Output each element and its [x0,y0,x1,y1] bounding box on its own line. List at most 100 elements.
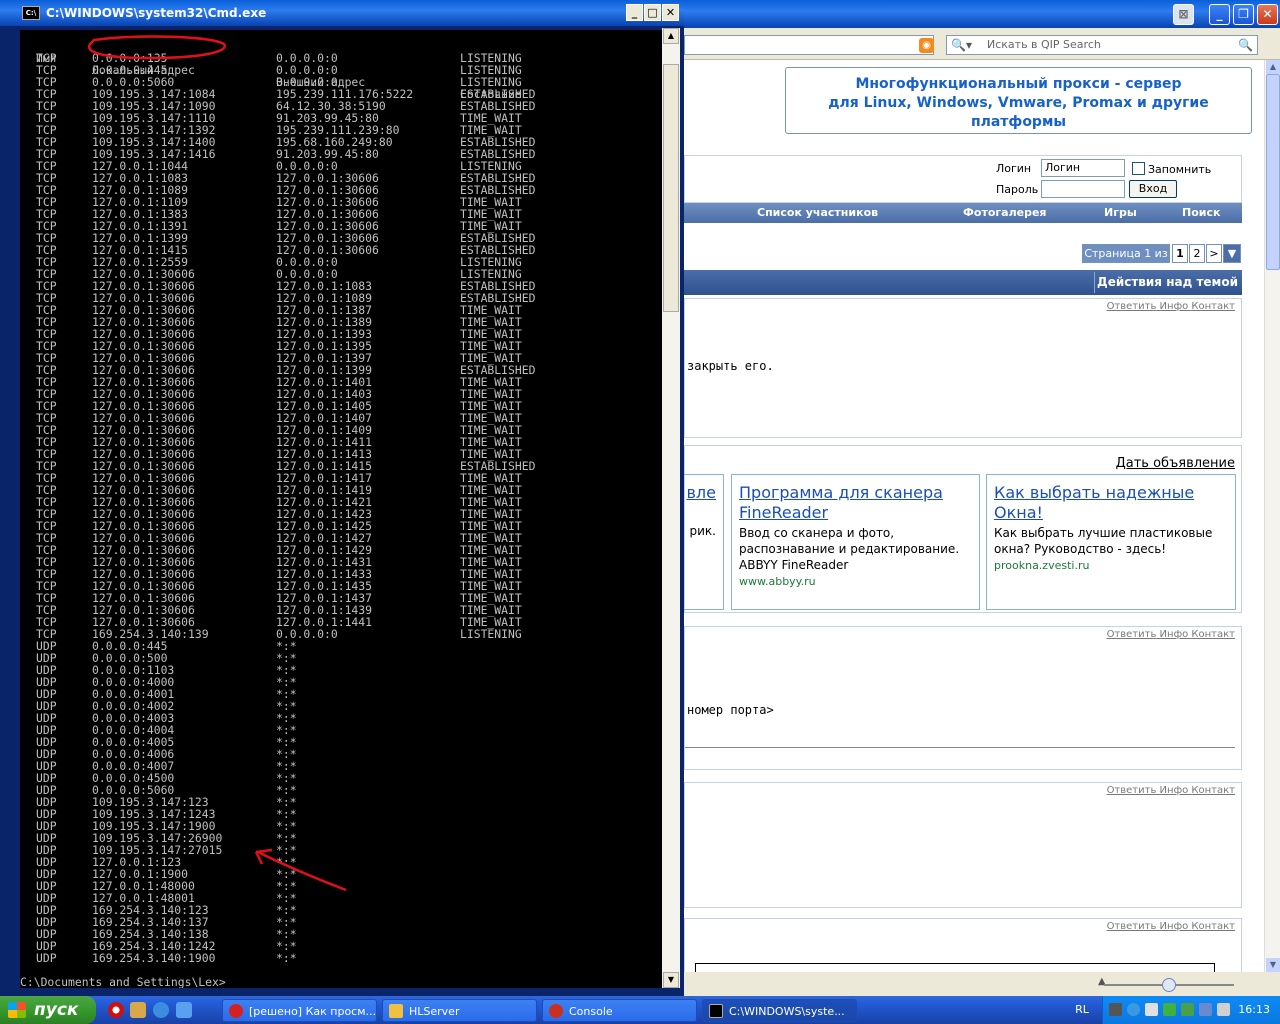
ad-partial-title: вле [686,483,717,502]
ad-finereader[interactable]: Программа для сканера FineReader Ввод со… [731,474,980,610]
task-hlserver[interactable]: HLServer [382,999,537,1022]
pager-label: Страница 1 из 2 [1082,244,1170,277]
post-actions: Ответить Инфо Контакт [1107,301,1235,312]
task-console[interactable]: Console [542,999,697,1022]
minimize-button[interactable]: _ [1209,4,1230,25]
reply-textbox[interactable] [695,963,1215,972]
reply-link[interactable]: Ответить [1107,921,1157,932]
forum-navbar: Список участников Фотогалерея Игры Поиск [684,203,1242,223]
search-go-icon[interactable]: 🔍 [1238,36,1253,54]
post-text: закрыть его. [687,359,774,373]
reply-link[interactable]: Ответить [1107,785,1157,796]
ad-url[interactable]: prookna.zvesti.ru [994,559,1228,572]
zoom-slider-thumb[interactable] [1162,978,1176,992]
close-button[interactable]: ✕ [1257,4,1278,25]
tray-misc-icon[interactable] [1217,1003,1230,1016]
scroll-down-icon[interactable]: ▼ [1266,958,1280,972]
search-input[interactable]: 🔍▾ Искать в QIP Search 🔍 [946,35,1258,55]
cmd-maximize-button[interactable]: □ [644,4,661,21]
rss-icon[interactable]: ◉ [919,38,934,53]
pager-page-2[interactable]: 2 [1189,244,1205,263]
pager-menu[interactable]: ▼ [1223,244,1241,263]
post-1: Ответить Инфо Контакт закрыть его. [684,298,1242,438]
quicklaunch-app-icon[interactable] [130,1002,146,1018]
volume-icon[interactable] [1199,1003,1212,1016]
ie-icon[interactable] [153,1002,169,1018]
scroll-thumb[interactable] [663,64,679,312]
pager-next[interactable]: > [1206,244,1222,263]
cmd-prompt[interactable]: C:\Documents and Settings\Lex> [20,976,226,988]
cmd-titlebar[interactable]: C:\ C:\WINDOWS\system32\Cmd.exe _ □ ✕ [0,0,684,26]
nav-members[interactable]: Список участников [757,206,878,219]
task-cmd[interactable]: C:\WINDOWS\syste... [702,999,857,1022]
qip-icon[interactable] [1163,1003,1176,1016]
address-bar[interactable]: ◉ [684,35,934,55]
post-text: номер порта> [687,703,774,717]
ads-block: Дать объявление вле рик. Программа для с… [684,445,1242,613]
ad-partial-text: рик. [689,524,716,538]
row-proto: UDP [36,951,57,965]
login-label: Логин [996,162,1032,175]
contact-link[interactable]: Контакт [1191,921,1235,932]
post-actions: Ответить Инфо Контакт [1107,629,1235,640]
tray-security-icon[interactable] [1181,1003,1194,1016]
start-button[interactable]: пуск [0,996,96,1024]
ad-partial[interactable]: вле рик. [684,474,724,610]
row-state: LISTENING [460,627,522,641]
contact-link[interactable]: Контакт [1191,629,1235,640]
contact-link[interactable]: Контакт [1191,301,1235,312]
ad-url[interactable]: www.abbyy.ru [739,575,972,588]
tab-close-icon[interactable]: ⊠ [1173,4,1194,25]
proxy-banner[interactable]: Многофункциональный прокси - сервер для … [785,67,1252,134]
clock[interactable]: 16:13 [1238,996,1270,1024]
cmd-close-button[interactable]: ✕ [662,4,679,21]
page-scrollbar[interactable]: ▲ ▼ [1264,60,1280,972]
task-label: HLServer [409,1005,460,1018]
login-input[interactable]: Логин [1041,159,1125,177]
language-indicator[interactable]: RL [1062,996,1102,1024]
contact-link[interactable]: Контакт [1191,785,1235,796]
restore-button[interactable]: ❐ [1233,4,1254,25]
ad-windows[interactable]: Как выбрать надежные Окна! Как выбрать л… [986,474,1236,610]
scroll-up-icon[interactable]: ▲ [1266,60,1280,74]
taskbar: пуск [решено] Как просм... HLServer Cons… [0,996,1280,1024]
reply-link[interactable]: Ответить [1107,629,1157,640]
task-label: Console [569,1005,613,1018]
nav-games[interactable]: Игры [1104,206,1137,219]
password-input[interactable] [1041,180,1125,198]
network-icon[interactable] [1127,1003,1140,1016]
nav-gallery[interactable]: Фотогалерея [963,206,1046,219]
quicklaunch-window-icon[interactable] [176,1002,192,1018]
reply-link[interactable]: Ответить [1107,301,1157,312]
info-link[interactable]: Инфо [1160,785,1189,796]
scroll-down-icon[interactable]: ▼ [663,972,679,988]
post-actions: Ответить Инфо Контакт [1107,921,1235,932]
cmd-minimize-button[interactable]: _ [626,4,643,21]
pager-page-1[interactable]: 1 [1172,244,1188,263]
scroll-up-icon[interactable]: ▲ [663,28,679,44]
post-2: Ответить Инфо Контакт номер порта> [684,626,1242,770]
post-ad-link[interactable]: Дать объявление [1116,456,1235,471]
browser-toolbar: ◉ 🔍▾ Искать в QIP Search 🔍 [684,30,1280,60]
tray-app-icon[interactable] [1145,1003,1158,1016]
opera-icon [229,1004,243,1018]
cmd-icon [709,1004,723,1018]
info-link[interactable]: Инфо [1160,629,1189,640]
info-link[interactable]: Инфо [1160,921,1189,932]
steam-icon[interactable] [1109,1003,1122,1016]
scroll-thumb[interactable] [1266,74,1280,270]
ad-text: Ввод со сканера и фото, распознавание и … [739,526,960,572]
opera-icon[interactable] [108,1002,124,1018]
cmd-icon[interactable]: C:\ [22,6,40,20]
task-opera[interactable]: [решено] Как просм... [222,999,377,1022]
remember-checkbox[interactable] [1132,162,1145,175]
login-button[interactable]: Вход [1129,180,1177,198]
info-link[interactable]: Инфо [1160,301,1189,312]
nav-search[interactable]: Поиск [1182,206,1220,219]
cmd-scrollbar[interactable]: ▲ ▼ [662,28,680,988]
ad-title[interactable]: Как выбрать надежные Окна! [994,483,1228,523]
topic-actions-button[interactable]: Действия над темой ▾ [1094,272,1240,310]
search-icon[interactable]: 🔍▾ [951,36,972,54]
cmd-console[interactable]: Имя Локальный адрес Внешний адрес Состоя… [20,30,662,988]
ad-title[interactable]: Программа для сканера FineReader [739,483,972,523]
